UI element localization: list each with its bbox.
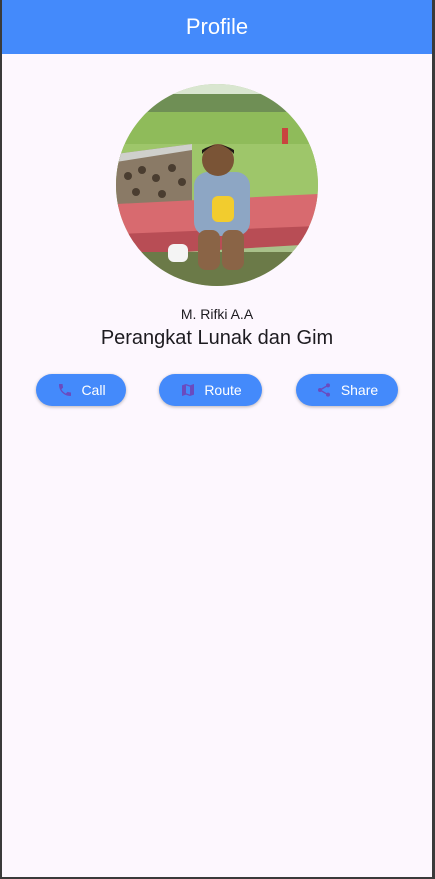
profile-name: M. Rifki A.A bbox=[180, 306, 254, 322]
call-button[interactable]: Call bbox=[36, 374, 126, 406]
profile-photo bbox=[116, 84, 318, 286]
share-button[interactable]: Share bbox=[296, 374, 398, 406]
profile-subtitle: Perangkat Lunak dan Gim bbox=[100, 327, 334, 349]
page-title: Profile bbox=[185, 14, 249, 39]
route-button[interactable]: Route bbox=[159, 374, 262, 406]
share-icon bbox=[316, 382, 333, 399]
share-button-label: Share bbox=[340, 382, 379, 398]
phone-icon bbox=[56, 382, 73, 399]
profile-avatar bbox=[116, 84, 318, 286]
map-icon bbox=[179, 382, 196, 399]
app-screen: Profile M. Rifki A.A Perangkat Lunak dan… bbox=[2, 0, 432, 877]
call-button-label: Call bbox=[81, 382, 106, 398]
route-button-label: Route bbox=[204, 382, 242, 398]
app-bar: Profile bbox=[2, 0, 432, 54]
